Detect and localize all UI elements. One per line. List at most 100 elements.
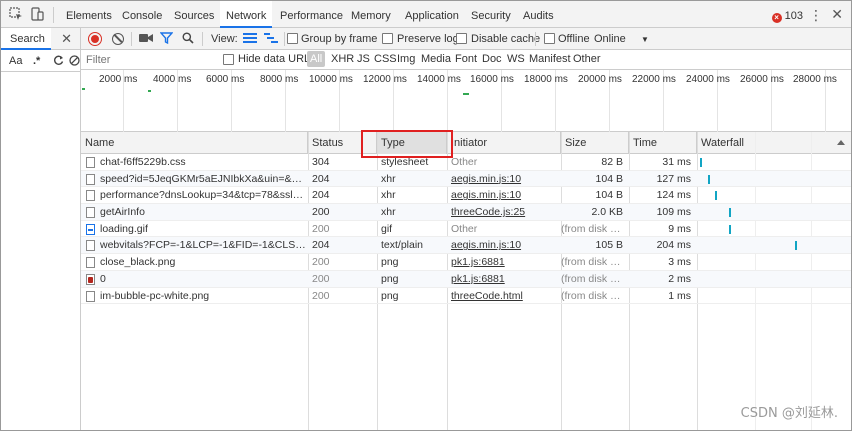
filter-type-manifest[interactable]: Manifest xyxy=(529,53,571,65)
throttling-select[interactable]: Online xyxy=(594,33,626,45)
cell-name[interactable]: loading.gif xyxy=(96,221,306,238)
tab-console[interactable]: Console xyxy=(122,1,162,28)
close-icon[interactable]: ✕ xyxy=(61,31,72,47)
overview-request-mark xyxy=(148,90,151,92)
cell-name[interactable]: speed?id=5JeqGKMr5aEJNIbkXa&uin=&version… xyxy=(96,171,306,188)
toolbar-divider xyxy=(284,32,285,46)
column-status[interactable]: Status xyxy=(308,132,377,154)
clear-icon[interactable] xyxy=(112,33,124,45)
column-size[interactable]: Size xyxy=(561,132,629,154)
table-row[interactable]: speed?id=5JeqGKMr5aEJNIbkXa&uin=&version… xyxy=(81,170,851,188)
filter-type-css[interactable]: CSS xyxy=(374,53,397,65)
network-overview-timeline[interactable]: 2000 ms 4000 ms 6000 ms 8000 ms 10000 ms… xyxy=(81,70,851,132)
document-file-icon xyxy=(86,157,95,168)
cell-name[interactable]: chat-f6ff5229b.css xyxy=(96,154,306,171)
video-camera-icon[interactable] xyxy=(139,32,153,47)
filter-input[interactable] xyxy=(83,52,213,68)
table-row[interactable]: getAirInfo 200 xhr threeCode.js:25 2.0 KB 109… xyxy=(81,204,851,221)
column-initiator[interactable]: Initiator xyxy=(447,132,561,154)
filter-type-other[interactable]: Other xyxy=(573,53,601,65)
offline-label: Offline xyxy=(558,33,590,45)
cell-name[interactable]: performance?dnsLookup=34&tcp=78&ssl=50..… xyxy=(96,187,306,204)
cell-initiator[interactable]: aegis.min.js:10 xyxy=(447,237,561,254)
record-button[interactable] xyxy=(89,33,101,45)
overview-request-mark xyxy=(82,88,85,90)
cell-type: png xyxy=(381,256,399,269)
cell-name[interactable]: im-bubble-pc-white.png xyxy=(96,288,306,305)
chevron-down-icon[interactable]: ▼ xyxy=(641,35,649,44)
filter-type-all[interactable]: All xyxy=(307,51,326,67)
device-toolbar-icon[interactable] xyxy=(30,7,44,21)
cell-name[interactable]: 0 xyxy=(96,271,306,288)
sort-ascending-icon xyxy=(837,140,845,145)
tab-elements[interactable]: Elements xyxy=(66,1,112,28)
column-type[interactable]: Type xyxy=(377,132,447,154)
tab-sources[interactable]: Sources xyxy=(174,1,214,28)
cell-type: xhr xyxy=(381,172,396,185)
cell-status: 304 xyxy=(312,156,330,168)
filter-type-media[interactable]: Media xyxy=(421,53,451,65)
tab-audits[interactable]: Audits xyxy=(523,1,554,28)
cell-initiator[interactable]: pk1.js:6881 xyxy=(447,254,561,271)
table-row[interactable]: 0 200 png pk1.js:6881 (from disk ca... 2 ms xyxy=(81,270,851,288)
overview-icon[interactable] xyxy=(264,32,278,47)
cell-name[interactable]: getAirInfo xyxy=(96,204,306,221)
cell-time: 127 ms xyxy=(656,172,691,185)
waterfall-bar xyxy=(708,174,710,184)
cell-size: 104 B xyxy=(595,189,623,202)
table-row[interactable]: close_black.png 200 png pk1.js:6881 (from di… xyxy=(81,254,851,271)
more-options-icon[interactable]: ⋮ xyxy=(809,7,823,24)
table-row[interactable]: performance?dnsLookup=34&tcp=78&ssl=50..… xyxy=(81,187,851,205)
column-time[interactable]: Time xyxy=(629,132,697,154)
tab-security[interactable]: Security xyxy=(471,1,511,28)
search-tab[interactable]: Search xyxy=(1,28,51,50)
match-case-toggle[interactable]: Aa xyxy=(9,55,22,67)
preserve-log-checkbox[interactable] xyxy=(382,33,393,44)
disable-cache-checkbox[interactable] xyxy=(456,33,467,44)
table-row[interactable]: webvitals?FCP=-1&LCP=-1&FID=-1&CLS=-1&i.… xyxy=(81,237,851,255)
cell-name[interactable]: webvitals?FCP=-1&LCP=-1&FID=-1&CLS=-1&i.… xyxy=(96,237,306,254)
cell-initiator[interactable]: threeCode.js:25 xyxy=(447,204,561,221)
hide-data-urls-checkbox[interactable] xyxy=(223,54,234,65)
tab-performance[interactable]: Performance xyxy=(280,1,343,28)
column-name[interactable]: Name xyxy=(81,132,308,154)
inspect-element-icon[interactable] xyxy=(9,7,23,21)
cell-status: 200 xyxy=(312,289,330,302)
filter-type-doc[interactable]: Doc xyxy=(482,53,502,65)
cell-initiator[interactable]: aegis.min.js:10 xyxy=(447,187,561,204)
filter-type-xhr[interactable]: XHR xyxy=(331,53,354,65)
clear-search-icon[interactable] xyxy=(69,55,80,69)
filter-type-js[interactable]: JS xyxy=(357,53,370,65)
tab-memory[interactable]: Memory xyxy=(351,1,391,28)
cell-time: 3 ms xyxy=(668,256,691,269)
table-row[interactable]: loading.gif 200 gif Other (from disk ca... 9 … xyxy=(81,221,851,238)
offline-checkbox[interactable] xyxy=(544,33,555,44)
filter-type-font[interactable]: Font xyxy=(455,53,477,65)
cell-initiator[interactable]: aegis.min.js:10 xyxy=(447,171,561,188)
filter-type-img[interactable]: Img xyxy=(397,53,415,65)
large-rows-icon[interactable] xyxy=(243,32,257,47)
error-counter[interactable]: × 103 xyxy=(771,10,803,23)
tab-application[interactable]: Application xyxy=(405,1,459,28)
cell-name[interactable]: close_black.png xyxy=(96,254,306,271)
refresh-icon[interactable] xyxy=(53,55,64,69)
tab-network[interactable]: Network xyxy=(220,1,273,28)
table-row[interactable]: im-bubble-pc-white.png 200 png threeCode.ht… xyxy=(81,288,851,305)
cell-initiator[interactable]: pk1.js:6881 xyxy=(447,271,561,288)
regex-toggle[interactable]: .* xyxy=(33,55,40,67)
group-by-frame-checkbox[interactable] xyxy=(287,33,298,44)
network-request-table: Name Status Type Initiator Size Time Wat… xyxy=(81,132,851,430)
overview-tick-label: 14000 ms xyxy=(417,74,461,85)
filter-bar: Hide data URLs All XHR JS CSS Img Media … xyxy=(81,50,851,70)
watermark: CSDN @刘延林. xyxy=(740,406,838,421)
filter-icon[interactable] xyxy=(159,32,174,47)
cell-time: 1 ms xyxy=(668,289,691,302)
search-icon[interactable] xyxy=(182,32,194,47)
close-devtools-icon[interactable]: ✕ xyxy=(831,6,843,23)
overview-tick-label: 20000 ms xyxy=(578,74,622,85)
document-file-icon xyxy=(86,190,95,202)
cell-initiator[interactable]: threeCode.html xyxy=(447,288,561,305)
column-waterfall[interactable]: Waterfall xyxy=(697,132,851,154)
filter-type-ws[interactable]: WS xyxy=(507,53,525,65)
table-row[interactable]: chat-f6ff5229b.css 304 stylesheet Other 82 B… xyxy=(81,154,851,171)
